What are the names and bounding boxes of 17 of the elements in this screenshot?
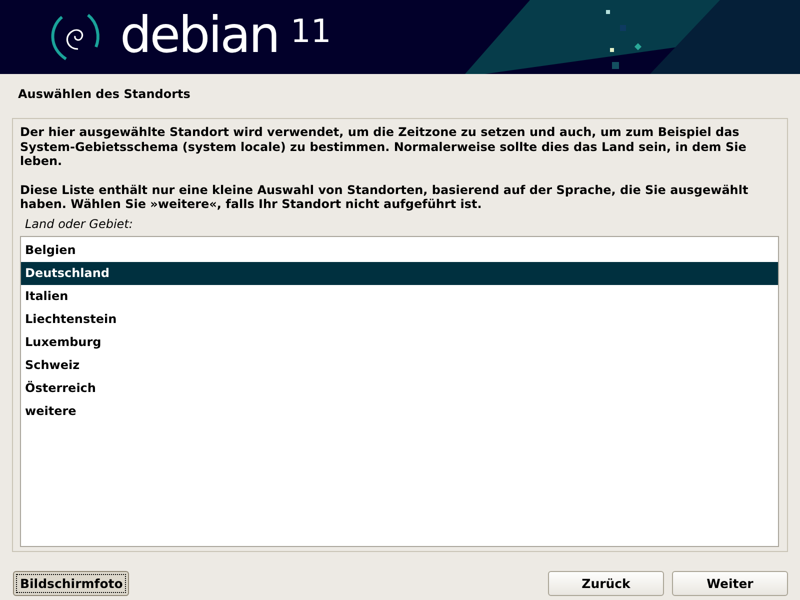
list-item[interactable]: Italien [21, 284, 778, 308]
version-number: 11 [290, 12, 332, 50]
list-item[interactable]: Liechtenstein [21, 308, 778, 330]
button[interactable]: Weiter [672, 571, 788, 596]
list-item[interactable]: weitere [21, 400, 778, 422]
logo-text: debian [120, 10, 278, 60]
list-item[interactable]: Luxemburg [21, 330, 778, 354]
button[interactable]: Zurück [548, 571, 664, 596]
list-item[interactable]: Deutschland [21, 262, 778, 284]
list-label: Land oder Gebiet: [25, 216, 134, 230]
list-item[interactable]: Belgien [21, 238, 778, 262]
description-text: Diese Liste enthält nur eine kleine Auswahl von Standorten, basierend auf der Sprache, die Sie ausgewählt haben. Wählen Sie »weitere«, falls Ihr Standort nicht aufgeführt ist. [20, 182, 750, 212]
page-title: Auswählen des Standorts [17, 86, 192, 103]
button[interactable]: Bildschirmfoto [13, 571, 129, 596]
list-item[interactable]: Schweiz [21, 354, 778, 376]
list-item[interactable]: Österreich [21, 376, 778, 400]
description-text: Der hier ausgewählte Standort wird verwendet, um die Zeitzone zu setzen und auch, um zum Beispiel das System-Gebietsschema (system locale) zu bestimmen. Normalerweise sollte dies das Land sein, in dem Sie leben. [20, 125, 748, 168]
